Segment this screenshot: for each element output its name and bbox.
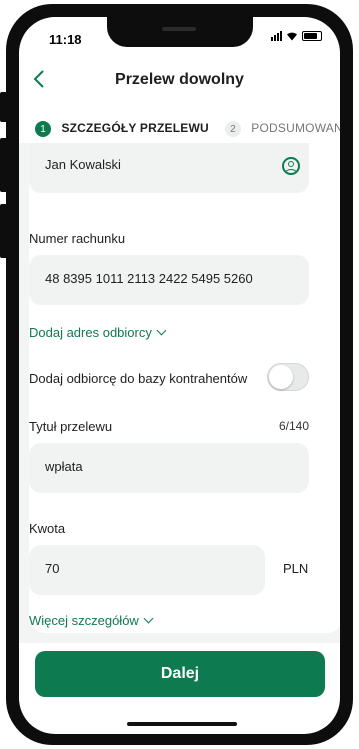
page-title: Przelew dowolny — [115, 71, 244, 88]
transfer-title-value: wpłata — [45, 459, 83, 474]
amount-value: 70 — [45, 561, 60, 576]
volume-down-button — [0, 204, 8, 258]
transfer-title-label: Tytuł przelewu — [29, 419, 113, 434]
chevron-down-icon — [156, 325, 167, 336]
chevron-down-icon — [143, 613, 154, 624]
step-label: PODSUMOWANIE — [251, 120, 340, 135]
transfer-title-field[interactable]: wpłata — [29, 443, 309, 493]
recipient-name: Jan Kowalski — [45, 157, 121, 172]
step-number: 1 — [35, 121, 51, 138]
contact-person-icon[interactable] — [282, 157, 300, 175]
volume-up-button — [0, 138, 8, 192]
account-number-value: 48 8395 1011 2113 2422 5495 5260 — [45, 271, 253, 286]
silent-switch — [0, 92, 8, 122]
transfer-title-counter: 6/140 — [278, 419, 309, 433]
app-header: Przelew dowolny — [19, 65, 340, 107]
account-number-field[interactable]: 48 8395 1011 2113 2422 5495 5260 — [29, 255, 309, 305]
amount-label: Kwota — [29, 521, 66, 536]
form-scroll-area[interactable]: Jan Kowalski Numer rachunku 48 8395 1011… — [19, 143, 340, 643]
add-address-link[interactable]: Dodaj adres odbiorcy — [29, 325, 167, 340]
speaker — [162, 27, 196, 31]
next-button[interactable]: Dalej — [35, 651, 325, 697]
add-to-contacts-label: Dodaj odbiorcę do bazy kontrahentów — [29, 371, 248, 386]
status-time: 11:18 — [49, 32, 82, 47]
add-to-contacts-toggle[interactable] — [267, 363, 309, 391]
step-number: 2 — [224, 121, 241, 138]
battery-icon — [302, 31, 322, 41]
progress-stepper: 1 SZCZEGÓŁY PRZELEWU 2 PODSUMOWANIE — [19, 113, 340, 143]
signal-icon — [271, 31, 282, 41]
add-address-label: Dodaj adres odbiorcy — [29, 325, 152, 340]
home-indicator[interactable] — [127, 722, 237, 726]
more-details-label: Więcej szczegółów — [29, 613, 139, 628]
currency-label: PLN — [283, 561, 309, 576]
toggle-knob — [269, 365, 293, 389]
step-details: 1 SZCZEGÓŁY PRZELEWU — [19, 119, 209, 138]
form-card: Jan Kowalski Numer rachunku 48 8395 1011… — [29, 143, 340, 633]
amount-field[interactable]: 70 — [29, 545, 265, 595]
notch — [107, 17, 253, 47]
step-label: SZCZEGÓŁY PRZELEWU — [61, 120, 209, 135]
step-summary: 2 PODSUMOWANIE — [224, 119, 340, 138]
status-icons — [271, 31, 322, 41]
more-details-link[interactable]: Więcej szczegółów — [29, 613, 154, 628]
wifi-icon — [287, 32, 297, 41]
account-label: Numer rachunku — [29, 231, 126, 246]
screen: 11:18 Przelew dowolny 1 SZCZEGÓŁY PRZELE… — [19, 17, 340, 734]
recipient-field[interactable]: Jan Kowalski — [29, 143, 309, 193]
